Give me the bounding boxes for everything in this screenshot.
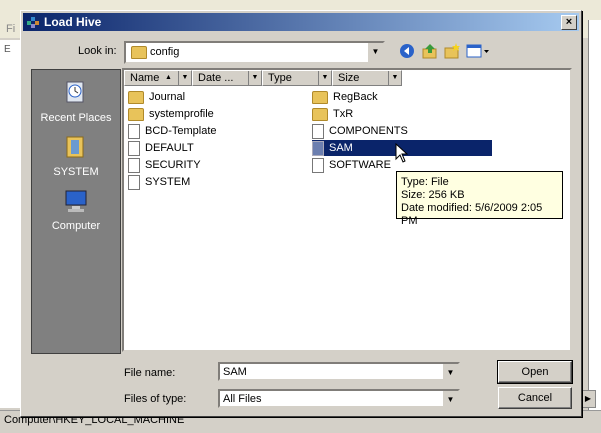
sort-ascending-icon: ▲ xyxy=(165,74,172,81)
file-name: SYSTEM xyxy=(145,176,191,188)
computer-icon xyxy=(65,190,87,212)
dialog-title-bar[interactable]: Load Hive × xyxy=(23,13,579,31)
files-of-type-value: All Files xyxy=(223,393,262,405)
folder-icon xyxy=(312,107,328,121)
chevron-down-icon[interactable]: ▼ xyxy=(367,43,383,62)
column-header-label: Type xyxy=(268,72,292,84)
list-item[interactable]: RegBack xyxy=(312,89,378,105)
place-computer[interactable]: Computer xyxy=(32,188,120,232)
folder-icon xyxy=(128,107,144,121)
list-item[interactable]: SYSTEM xyxy=(128,174,190,190)
column-header-size[interactable]: Size ▼ xyxy=(332,70,402,86)
background-tree-pane: E xyxy=(0,40,21,408)
file-name: SECURITY xyxy=(145,159,201,171)
back-icon[interactable] xyxy=(398,42,416,60)
place-label: SYSTEM xyxy=(53,166,99,178)
list-item[interactable]: TxR xyxy=(312,106,353,122)
list-item[interactable]: BCD-Template xyxy=(128,123,217,139)
folder-icon xyxy=(131,46,147,59)
file-name: BCD-Template xyxy=(145,125,217,137)
place-label: Recent Places xyxy=(40,112,112,124)
file-name: TxR xyxy=(333,108,354,120)
file-icon xyxy=(128,157,140,173)
file-name: SAM xyxy=(329,142,353,154)
place-label: Computer xyxy=(51,220,101,232)
background-list-pane xyxy=(588,20,601,432)
tooltip-size: Size: 256 KB xyxy=(401,189,465,201)
list-item[interactable]: SECURITY xyxy=(128,157,201,173)
new-folder-icon[interactable] xyxy=(443,42,461,60)
file-icon xyxy=(312,140,324,156)
places-bar: Recent Places SYSTEM Computer xyxy=(31,69,121,354)
column-filter-dropdown[interactable]: ▼ xyxy=(248,71,261,85)
column-header-type[interactable]: Type ▼ xyxy=(262,70,332,86)
file-info-tooltip: Type: File Size: 256 KB Date modified: 5… xyxy=(396,171,563,227)
background-tree-expander[interactable]: E xyxy=(4,44,11,55)
list-item[interactable]: COMPONENTS xyxy=(312,123,408,139)
place-recent-places[interactable]: Recent Places xyxy=(32,80,120,124)
load-hive-dialog: Load Hive × Look in: config ▼ Recent Pla… xyxy=(20,10,582,417)
place-system[interactable]: SYSTEM xyxy=(32,134,120,178)
column-filter-dropdown[interactable]: ▼ xyxy=(318,71,331,85)
file-icon xyxy=(128,123,140,139)
mouse-cursor-icon xyxy=(395,143,409,163)
file-icon xyxy=(128,140,140,156)
tooltip-type: Type: File xyxy=(401,176,449,188)
background-menu-file[interactable]: Fi xyxy=(6,23,15,35)
column-header-label: Name xyxy=(130,72,160,84)
list-item[interactable]: systemprofile xyxy=(128,106,214,122)
chevron-down-icon[interactable]: ▼ xyxy=(442,391,458,406)
file-name-input[interactable]: SAM ▼ xyxy=(218,362,460,381)
file-icon xyxy=(128,174,140,190)
folder-icon xyxy=(312,90,328,104)
files-of-type-dropdown[interactable]: All Files ▼ xyxy=(218,389,460,408)
open-button[interactable]: Open xyxy=(497,360,573,384)
up-folder-icon[interactable] xyxy=(421,42,439,60)
tooltip-modified: Date modified: 5/6/2009 2:05 PM xyxy=(401,202,543,227)
file-name: DEFAULT xyxy=(145,142,194,154)
list-item[interactable]: DEFAULT xyxy=(128,140,194,156)
folder-icon xyxy=(128,90,144,104)
column-filter-dropdown[interactable]: ▼ xyxy=(388,71,401,85)
file-icon xyxy=(312,157,324,173)
look-in-dropdown[interactable]: config ▼ xyxy=(124,41,385,64)
file-name-value: SAM xyxy=(223,366,247,378)
scroll-right-arrow[interactable]: ▶ xyxy=(580,390,596,408)
list-item[interactable]: SOFTWARE xyxy=(312,157,391,173)
column-header-label: Date ... xyxy=(198,72,234,84)
file-name: systemprofile xyxy=(149,108,214,120)
file-name: RegBack xyxy=(333,91,378,103)
system-folder-icon xyxy=(66,136,84,158)
recent-places-icon xyxy=(66,81,84,103)
file-name: Journal xyxy=(149,91,186,103)
file-icon xyxy=(312,123,324,139)
column-filter-dropdown[interactable]: ▼ xyxy=(178,71,191,85)
look-in-value: config xyxy=(150,46,180,58)
look-in-label: Look in: xyxy=(78,45,117,57)
files-of-type-label: Files of type: xyxy=(124,393,187,405)
dialog-title: Load Hive xyxy=(44,15,102,29)
registry-icon xyxy=(27,17,39,28)
column-header-name[interactable]: Name ▲ ▼ xyxy=(124,70,192,86)
column-header-date[interactable]: Date ... ▼ xyxy=(192,70,262,86)
chevron-down-icon[interactable]: ▼ xyxy=(442,364,458,379)
list-item[interactable]: Journal xyxy=(128,89,185,105)
file-name: SOFTWARE xyxy=(329,159,391,171)
view-menu-icon[interactable] xyxy=(465,42,491,60)
cancel-button[interactable]: Cancel xyxy=(498,387,572,409)
column-header-label: Size xyxy=(338,72,360,84)
close-button[interactable]: × xyxy=(561,15,577,30)
file-name-label: File name: xyxy=(124,367,176,379)
file-name: COMPONENTS xyxy=(329,125,408,137)
